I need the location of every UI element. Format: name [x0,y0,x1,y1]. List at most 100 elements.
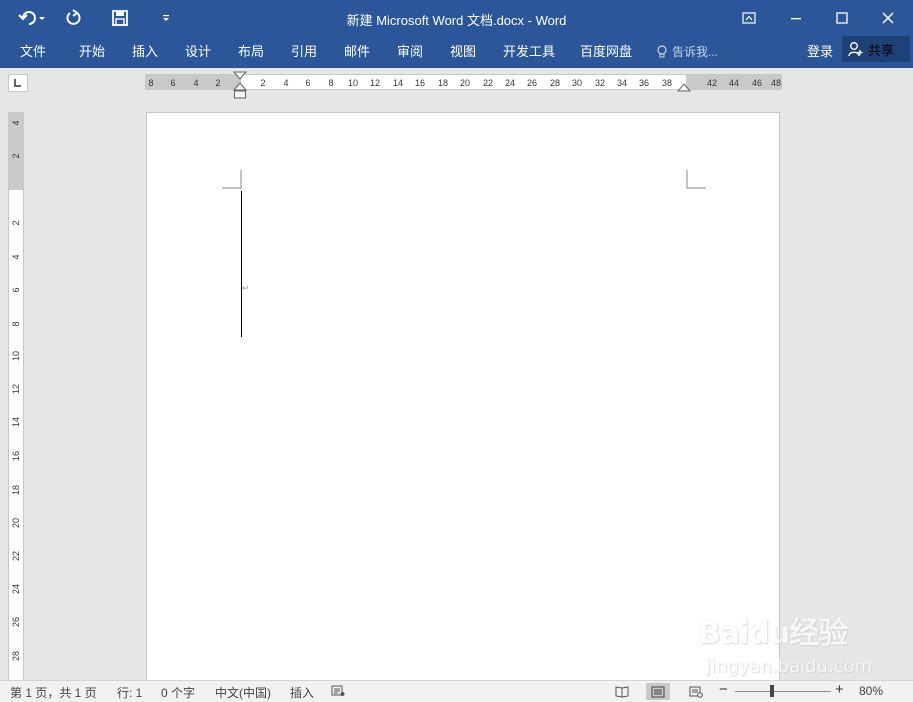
close-icon [882,12,894,24]
ruler-label: 10 [348,78,358,88]
paragraph-mark: ↵ [242,283,250,293]
ruler-label: 36 [639,78,649,88]
ruler-label: 20 [11,518,21,528]
tab-baidu-netdisk[interactable]: 百度网盘 [580,41,632,63]
ruler-label: 22 [483,78,493,88]
ruler-label: 10 [11,351,21,361]
undo-button[interactable] [16,7,50,29]
ruler-label: 20 [460,78,470,88]
top-right-crop-mark [686,170,706,189]
insert-mode[interactable]: 插入 [290,684,314,701]
redo-icon [66,9,81,25]
ruler-label: 4 [283,78,288,88]
tab-insert[interactable]: 插入 [132,41,158,63]
sign-in-link[interactable]: 登录 [807,41,833,63]
ruler-label: 2 [260,78,265,88]
baidu-jingyan-watermark: Baidu经验 jingyan.baidu.com [698,604,878,684]
minimize-icon [791,18,801,20]
ruler-label: 34 [617,78,627,88]
share-label: 共享 [868,42,895,58]
redo-button[interactable] [62,7,86,29]
ruler-label: 4 [11,120,21,125]
ruler-label: 6 [170,78,175,88]
title-bar: 新建 Microsoft Word 文档.docx - Word [0,0,913,36]
macro-icon [331,685,345,696]
ruler-label: 38 [662,78,672,88]
tab-file[interactable]: 文件 [20,41,46,63]
print-layout-button[interactable] [646,683,670,700]
ruler-label: 16 [415,78,425,88]
tab-layout[interactable]: 布局 [238,41,264,63]
ruler-label: 28 [11,651,21,661]
undo-icon [18,11,45,25]
tab-view[interactable]: 视图 [450,41,476,63]
word-count[interactable]: 0 个字 [161,684,195,701]
ruler-label: 18 [11,485,21,495]
watermark-site: jingyan.baidu.com [706,656,873,677]
language-indicator[interactable]: 中文(中国) [215,684,271,701]
ruler-label: 18 [438,78,448,88]
status-bar: 第 1 页，共 1 页 行: 1 0 个字 中文(中国) 插入 − + 80% [0,680,913,702]
first-line-indent-marker[interactable] [233,71,247,81]
right-indent-marker[interactable] [677,83,691,93]
ruler-label: 16 [11,451,21,461]
ruler-label: 30 [572,78,582,88]
text-cursor [241,191,242,337]
ruler-label: 24 [11,584,21,594]
ribbon-display-icon [742,12,756,24]
ruler-label: 22 [11,551,21,561]
tab-stop-selector[interactable] [8,74,28,92]
ruler-label: 32 [595,78,605,88]
print-layout-icon [651,686,665,697]
zoom-out-button[interactable]: − [719,681,728,698]
read-mode-button[interactable] [610,683,634,700]
ribbon-display-options-button[interactable] [726,4,772,32]
vertical-ruler[interactable]: 4 2 2 4 6 8 10 12 14 16 18 20 22 24 26 2… [8,112,24,682]
tab-review[interactable]: 审阅 [397,41,423,63]
zoom-slider-thumb[interactable] [770,685,774,697]
ruler-label: 2 [215,78,220,88]
zoom-in-button[interactable]: + [835,681,844,698]
tab-mailings[interactable]: 邮件 [344,41,370,63]
ruler-label: 6 [11,287,21,292]
watermark-brand: Baidu经验 [698,616,848,651]
tab-developer[interactable]: 开发工具 [503,41,555,63]
hanging-indent-marker[interactable] [233,82,247,100]
macro-record-button[interactable] [331,684,345,700]
ruler-label: 6 [305,78,310,88]
ruler-label: 12 [370,78,380,88]
ruler-label: 2 [11,220,21,225]
save-button[interactable] [108,7,132,29]
tab-references[interactable]: 引用 [291,41,317,63]
ruler-label: 8 [328,78,333,88]
minimize-button[interactable] [773,4,819,32]
zoom-slider-track[interactable] [735,691,831,692]
left-tab-icon [14,79,21,87]
tell-me-search[interactable]: 告诉我... [656,41,718,63]
ruler-label: 46 [752,78,762,88]
maximize-button[interactable] [819,4,865,32]
ruler-label: 4 [11,254,21,259]
tab-design[interactable]: 设计 [185,41,211,63]
ruler-label: 44 [729,78,739,88]
close-button[interactable] [865,4,911,32]
tell-me-label: 告诉我... [672,45,719,59]
ribbon-tabs: 文件 开始 插入 设计 布局 引用 邮件 审阅 视图 开发工具 百度网盘 告诉我… [0,36,913,68]
maximize-icon [836,12,848,24]
ruler-label: 26 [11,617,21,627]
ruler-label: 42 [707,78,717,88]
window-title: 新建 Microsoft Word 文档.docx - Word [346,13,567,28]
web-layout-icon [689,686,703,698]
tab-home[interactable]: 开始 [79,41,105,63]
ruler-label: 14 [393,78,403,88]
share-button[interactable]: 共享 [842,36,910,62]
ruler-label: 48 [771,78,781,88]
zoom-level[interactable]: 80% [859,684,883,698]
share-person-icon [848,42,863,57]
save-icon [112,10,128,26]
customize-qat-button[interactable] [156,7,176,29]
page-count[interactable]: 第 1 页，共 1 页 [10,684,97,701]
line-number[interactable]: 行: 1 [117,684,142,701]
web-layout-button[interactable] [684,683,708,700]
book-icon [615,685,629,698]
